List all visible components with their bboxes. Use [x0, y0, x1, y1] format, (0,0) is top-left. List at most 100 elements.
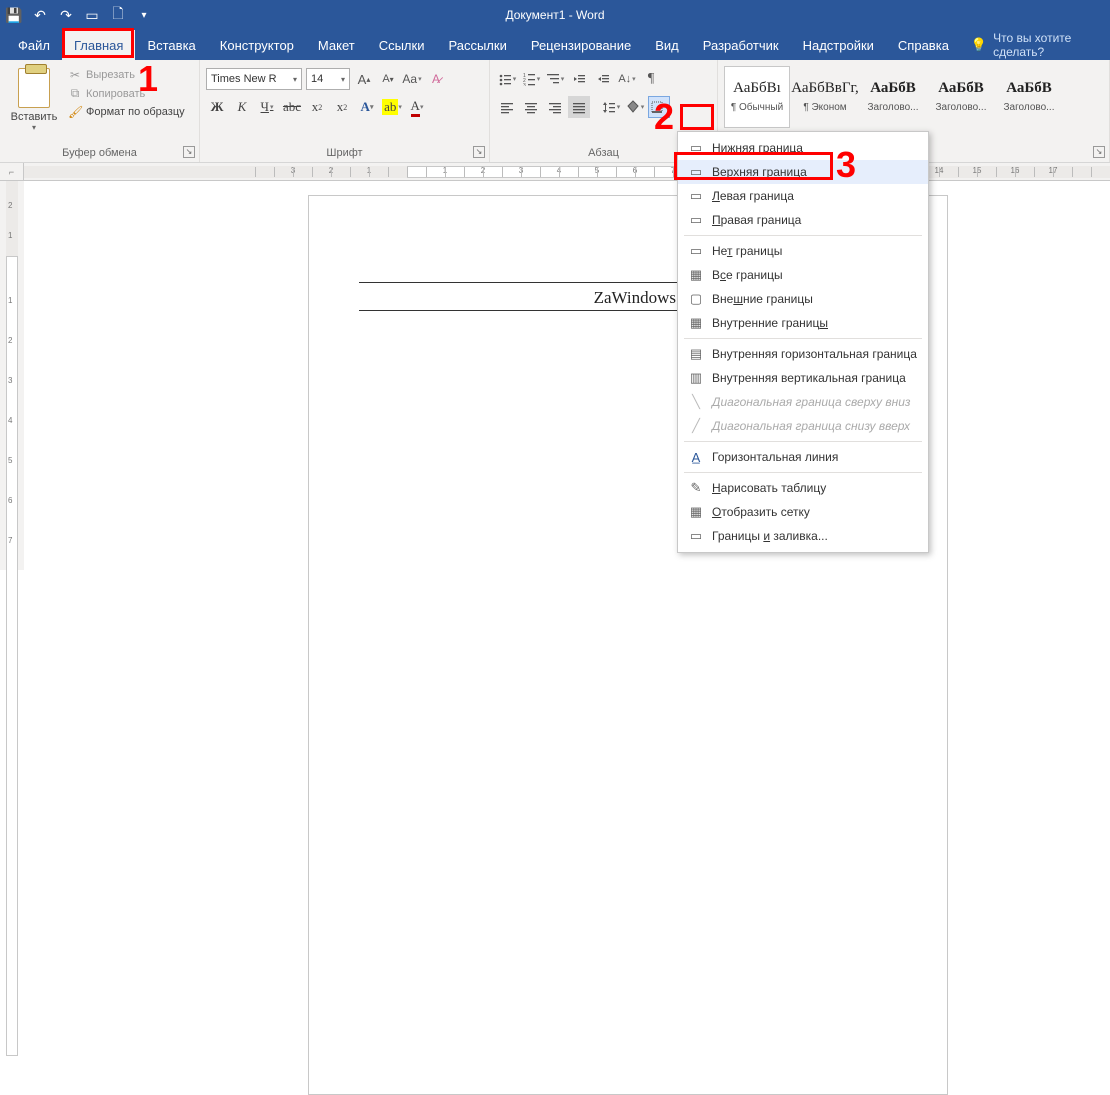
- border-left-icon: ▭: [688, 188, 704, 204]
- increase-indent-button[interactable]: [592, 68, 614, 90]
- cut-label: Вырезать: [86, 69, 135, 81]
- ribbon-tabs: Файл Главная Вставка Конструктор Макет С…: [0, 30, 1110, 60]
- style-caption: Заголово...: [997, 102, 1061, 113]
- border-inside-v-icon: ▥: [688, 370, 704, 386]
- chevron-down-icon: ▾: [337, 75, 345, 84]
- document-canvas[interactable]: ZaWindows.ru: [24, 181, 1110, 570]
- menu-border-inside-v[interactable]: ▥Внутренняя вертикальная граница: [678, 366, 928, 390]
- style-item[interactable]: АаБбВЗаголово...: [996, 66, 1062, 128]
- cut-icon: ✂: [68, 68, 82, 82]
- menu-border-inside-h[interactable]: ▤Внутренняя горизонтальная граница: [678, 342, 928, 366]
- tab-layout[interactable]: Макет: [306, 30, 367, 60]
- menu-border-outside[interactable]: ▢Внешние границы: [678, 287, 928, 311]
- paste-icon[interactable]: [18, 68, 50, 108]
- copy-icon: ⧉: [68, 86, 82, 101]
- style-item[interactable]: АаБбВı ¶ Обычный: [724, 66, 790, 128]
- border-inside-icon: ▦: [688, 315, 704, 331]
- tab-help[interactable]: Справка: [886, 30, 961, 60]
- strikethrough-button[interactable]: abc: [281, 96, 303, 118]
- horizontal-ruler[interactable]: 3211234567891011121314151617: [24, 163, 1110, 181]
- paste-drop-icon[interactable]: ▾: [32, 123, 36, 132]
- style-gallery[interactable]: АаБбВı¶ ОбычныйАаБбВвГг,¶ ЭкономАаБбВЗаг…: [724, 66, 1062, 128]
- align-left-button[interactable]: [496, 96, 518, 118]
- align-justify-button[interactable]: [568, 96, 590, 118]
- sort-button[interactable]: A↓: [616, 68, 638, 90]
- tab-insert[interactable]: Вставка: [135, 30, 207, 60]
- vertical-ruler[interactable]: 2 1 1 2 3 4 5 6 7: [0, 181, 24, 570]
- menu-border-all[interactable]: ▦Все границы: [678, 263, 928, 287]
- italic-button[interactable]: К: [231, 96, 253, 118]
- line-spacing-button[interactable]: [600, 96, 622, 118]
- shrink-font-icon[interactable]: A▾: [378, 69, 398, 89]
- touch-mode-icon[interactable]: ▭: [84, 7, 100, 23]
- save-icon[interactable]: 💾: [6, 7, 22, 23]
- superscript-button[interactable]: x2: [331, 96, 353, 118]
- tab-addins[interactable]: Надстройки: [791, 30, 886, 60]
- tell-me[interactable]: 💡 Что вы хотите сделать?: [961, 30, 1110, 60]
- undo-icon[interactable]: ↶: [32, 7, 48, 23]
- subscript-button[interactable]: x2: [306, 96, 328, 118]
- redo-icon[interactable]: ↷: [58, 7, 74, 23]
- font-color-button[interactable]: A▾: [406, 96, 428, 118]
- text-effects-button[interactable]: A▾: [356, 96, 378, 118]
- vruler-num: 7: [8, 536, 12, 545]
- tab-view[interactable]: Вид: [643, 30, 691, 60]
- menu-horizontal-line[interactable]: A̲Горизонтальная линия: [678, 445, 928, 469]
- align-center-button[interactable]: [520, 96, 542, 118]
- tab-home[interactable]: Главная: [62, 30, 135, 60]
- style-sample: АаБбВı: [733, 81, 781, 96]
- bulb-icon: 💡: [971, 37, 987, 53]
- bullets-button[interactable]: [496, 68, 518, 90]
- tab-review[interactable]: Рецензирование: [519, 30, 643, 60]
- bold-button[interactable]: Ж: [206, 96, 228, 118]
- clipboard-launcher-icon[interactable]: ↘: [183, 146, 195, 158]
- multilevel-button[interactable]: [544, 68, 566, 90]
- cut-button[interactable]: ✂ Вырезать: [68, 68, 185, 82]
- qat-more-icon[interactable]: ▾: [136, 7, 152, 23]
- paste-label[interactable]: Вставить: [11, 111, 58, 123]
- show-marks-button[interactable]: ¶: [640, 68, 662, 90]
- tab-references[interactable]: Ссылки: [367, 30, 437, 60]
- highlight-button[interactable]: ab▾: [381, 96, 403, 118]
- style-item[interactable]: АаБбВЗаголово...: [928, 66, 994, 128]
- tab-developer[interactable]: Разработчик: [691, 30, 791, 60]
- menu-draw-table[interactable]: ✎Нарисовать таблицу: [678, 476, 928, 500]
- font-size-combo[interactable]: 14▾: [306, 68, 350, 90]
- shading-button[interactable]: [624, 96, 646, 118]
- border-none-icon: ▭: [688, 243, 704, 259]
- group-font: Times New R▾ 14▾ A▴ A▾ Aa A̷ Ж К Ч▾ abc …: [200, 60, 490, 162]
- tab-mailings[interactable]: Рассылки: [436, 30, 518, 60]
- menu-borders-dialog[interactable]: ▭Границы и заливка...: [678, 524, 928, 548]
- font-launcher-icon[interactable]: ↘: [473, 146, 485, 158]
- styles-launcher-icon[interactable]: ↘: [1093, 146, 1105, 158]
- change-case-icon[interactable]: Aa: [402, 69, 422, 89]
- decrease-indent-button[interactable]: [568, 68, 590, 90]
- style-item[interactable]: АаБбВвГг,¶ Эконом: [792, 66, 858, 128]
- border-top-icon: ▭: [688, 164, 704, 180]
- align-right-button[interactable]: [544, 96, 566, 118]
- format-painter-button[interactable]: 🖌Формат по образцу: [68, 105, 185, 119]
- tab-file[interactable]: Файл: [6, 30, 62, 60]
- style-caption: ¶ Обычный: [725, 102, 789, 113]
- menu-border-top[interactable]: ▭Верхняя граница: [678, 160, 928, 184]
- numbering-button[interactable]: 123: [520, 68, 542, 90]
- vruler-num: 2: [8, 201, 12, 210]
- grow-font-icon[interactable]: A▴: [354, 69, 374, 89]
- style-item[interactable]: АаБбВЗаголово...: [860, 66, 926, 128]
- menu-border-left[interactable]: ▭Левая граница: [678, 184, 928, 208]
- menu-border-inside[interactable]: ▦Внутренние границы: [678, 311, 928, 335]
- underline-button[interactable]: Ч▾: [256, 96, 278, 118]
- title-bar: 💾 ↶ ↷ ▭ 🗋 ▾ Документ1 - Word: [0, 0, 1110, 30]
- tab-design[interactable]: Конструктор: [208, 30, 306, 60]
- clear-formatting-icon[interactable]: A̷: [426, 69, 446, 89]
- font-name-combo[interactable]: Times New R▾: [206, 68, 302, 90]
- copy-button[interactable]: ⧉ Копировать: [68, 86, 185, 101]
- menu-view-gridlines[interactable]: ▦Отобразить сетку: [678, 500, 928, 524]
- copy-label: Копировать: [86, 88, 145, 100]
- menu-border-none[interactable]: ▭Нет границы: [678, 239, 928, 263]
- border-right-icon: ▭: [688, 212, 704, 228]
- menu-border-right[interactable]: ▭Правая граница: [678, 208, 928, 232]
- new-doc-icon[interactable]: 🗋: [110, 7, 126, 23]
- menu-border-bottom[interactable]: ▭Нижняя граница: [678, 136, 928, 160]
- borders-button[interactable]: [648, 96, 670, 118]
